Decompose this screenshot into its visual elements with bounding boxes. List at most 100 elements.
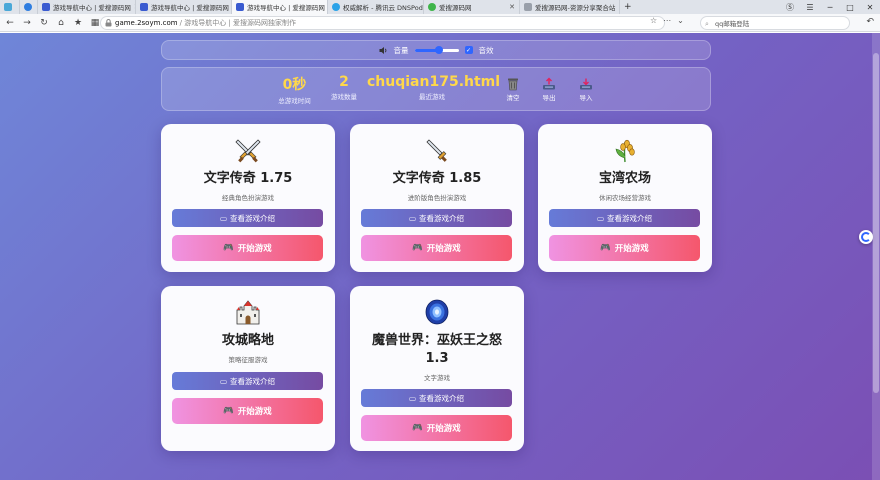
tab-2soym-share[interactable]: 爱搜源码网-资源分享聚合站✕ [520,0,620,14]
stat-game-count: 2 游戏数量 [324,74,364,101]
monitor-icon: ▭ [596,213,605,223]
tab-list-icon[interactable]: ☰ [800,0,820,14]
reload-icon[interactable]: ↻ [37,16,51,30]
game-nav-page: 音量 ✓ 音效 0秒 总游戏时间 2 游戏数量 chuqian175.html … [0,33,880,480]
tab-favicon [428,3,436,11]
forward-icon[interactable]: → [20,16,34,30]
gamepad-icon: 🎮 [412,243,423,253]
new-tab-button[interactable]: + [620,0,636,14]
url-path: / 游戏导航中心 | 爱搜源码网独家制作 [179,19,297,27]
trash-icon [508,78,518,91]
close-icon[interactable]: ✕ [506,3,515,11]
gamepad-icon: 🎮 [600,243,611,253]
game-card: 魔兽世界：巫妖王之怒 1.3 文字游戏 ▭ 查看游戏介绍 🎮 开始游戏 [350,286,524,451]
game-title: 魔兽世界：巫妖王之怒 1.3 [371,333,502,366]
more-icon[interactable]: ⋯ [663,16,671,25]
stat-recent-game: chuqian175.html 最近游戏 [367,74,500,101]
start-game-label: 开始游戏 [614,244,649,254]
export-button[interactable]: 导出 [534,76,564,102]
start-game-label: 开始游戏 [237,244,272,254]
view-intro-label: 查看游戏介绍 [419,213,465,223]
start-game-label: 开始游戏 [426,244,461,254]
tab-label: 游戏导航中心 | 爱搜源码网 [151,4,229,12]
tab-pinned-2[interactable] [20,0,38,14]
toolbar-actions: ☆ ⋯ ⌄ [650,16,684,25]
tab-2soym[interactable]: 爱搜源码网 ✕ [424,0,520,14]
bookmark-star-icon[interactable]: ☆ [650,16,657,25]
volume-slider[interactable] [414,45,459,54]
clear-button[interactable]: 清空 [498,76,528,102]
import-button[interactable]: 导入 [571,76,601,102]
tab-favicon [524,3,532,11]
scrollbar-thumb[interactable] [873,53,879,393]
address-bar[interactable]: game.2soym.com / 游戏导航中心 | 爱搜源码网独家制作 [100,16,665,30]
start-game-button[interactable]: 🎮 开始游戏 [172,235,323,261]
minimize-icon[interactable]: ─ [820,0,840,14]
game-subtitle: 休闲农场经营游戏 [599,194,651,202]
tab-pinned-1[interactable] [0,0,20,14]
game-subtitle: 文字游戏 [424,374,450,382]
sfx-checkbox[interactable]: ✓ [464,46,473,54]
view-intro-button[interactable]: ▭ 查看游戏介绍 [361,389,512,407]
view-intro-button[interactable]: ▭ 查看游戏介绍 [361,209,512,227]
tab-game-nav-1[interactable]: 游戏导航中心 | 爱搜源码网✕ [38,0,136,14]
search-icon: ⌕ [705,20,709,28]
url-host: game.2soym.com [115,19,178,27]
tab-dnspod[interactable]: 权威解析 - 腾讯云 DNSPod✕ [328,0,424,14]
import-tray-icon [580,78,592,90]
gamepad-icon: 🎮 [412,423,423,433]
game-card: 宝湾农场 休闲农场经营游戏 ▭ 查看游戏介绍 🎮 开始游戏 [538,124,712,272]
floating-assistant-button[interactable] [859,230,873,244]
sword-icon [426,139,447,162]
favorites-icon[interactable]: ★ [71,16,85,30]
volume-slider-knob[interactable] [434,45,443,54]
start-game-button[interactable]: 🎮 开始游戏 [361,415,512,441]
start-game-button[interactable]: 🎮 开始游戏 [172,398,323,424]
home-icon[interactable]: ⌂ [54,16,68,30]
browser-tab-strip: 游戏导航中心 | 爱搜源码网✕ 游戏导航中心 | 爱搜源码网✕ 游戏导航中心 |… [0,0,880,14]
monitor-icon: ▭ [219,376,228,386]
gamepad-icon: 🎮 [223,243,234,253]
game-title: 文字传奇 1.75 [203,171,293,186]
game-card: 攻城略地 策略征服游戏 ▭ 查看游戏介绍 🎮 开始游戏 [161,286,335,451]
game-title: 攻城略地 [221,333,274,348]
start-game-button[interactable]: 🎮 开始游戏 [549,235,700,261]
window-close-icon[interactable]: ✕ [860,0,880,14]
dropdown-icon[interactable]: ⌄ [677,16,684,25]
undo-icon[interactable]: ↶ [866,17,874,27]
view-intro-button[interactable]: ▭ 查看游戏介绍 [172,372,323,390]
stat-recent-game-label: 最近游戏 [419,93,445,101]
stat-game-count-label: 游戏数量 [331,93,357,101]
browser-toolbar: ← → ↻ ⌂ ★ ▦ game.2soym.com / 游戏导航中心 | 爱搜… [0,14,880,32]
search-input[interactable]: ⌕ qq邮箱登陆 [700,16,850,30]
start-game-button[interactable]: 🎮 开始游戏 [361,235,512,261]
tab-favicon [236,3,244,11]
tab-game-nav-2[interactable]: 游戏导航中心 | 爱搜源码网✕ [136,0,232,14]
profile-icon[interactable]: Ⓢ [780,0,800,14]
start-game-label: 开始游戏 [237,407,272,417]
tab-label: 游戏导航中心 | 爱搜源码网 [53,4,131,12]
maximize-icon[interactable]: □ [840,0,860,14]
back-icon[interactable]: ← [3,16,17,30]
game-subtitle: 进阶版角色扮演游戏 [407,194,467,202]
tab-label: 游戏导航中心 | 爱搜源码网 [247,4,325,12]
tab-favicon [140,3,148,11]
view-intro-label: 查看游戏介绍 [230,213,276,223]
gamepad-icon: 🎮 [223,406,234,416]
tab-favicon [332,3,340,11]
clear-label: 清空 [506,94,520,102]
search-placeholder: qq邮箱登陆 [715,20,750,28]
page-scrollbar[interactable] [872,33,880,480]
sound-control-bar: 音量 ✓ 音效 [161,40,711,60]
view-intro-label: 查看游戏介绍 [607,213,653,223]
tab-game-nav-active[interactable]: 游戏导航中心 | 爱搜源码网✕ [232,0,328,14]
stats-panel: 0秒 总游戏时间 2 游戏数量 chuqian175.html 最近游戏 清空 … [161,67,711,111]
view-intro-button[interactable]: ▭ 查看游戏介绍 [172,209,323,227]
game-title: 宝湾农场 [598,171,651,186]
view-intro-button[interactable]: ▭ 查看游戏介绍 [549,209,700,227]
monitor-icon: ▭ [408,393,417,403]
view-intro-label: 查看游戏介绍 [230,376,276,386]
tab-favicon [4,3,12,11]
game-card: 文字传奇 1.75 经典角色扮演游戏 ▭ 查看游戏介绍 🎮 开始游戏 [161,124,335,272]
stat-total-time-label: 总游戏时间 [278,97,311,105]
